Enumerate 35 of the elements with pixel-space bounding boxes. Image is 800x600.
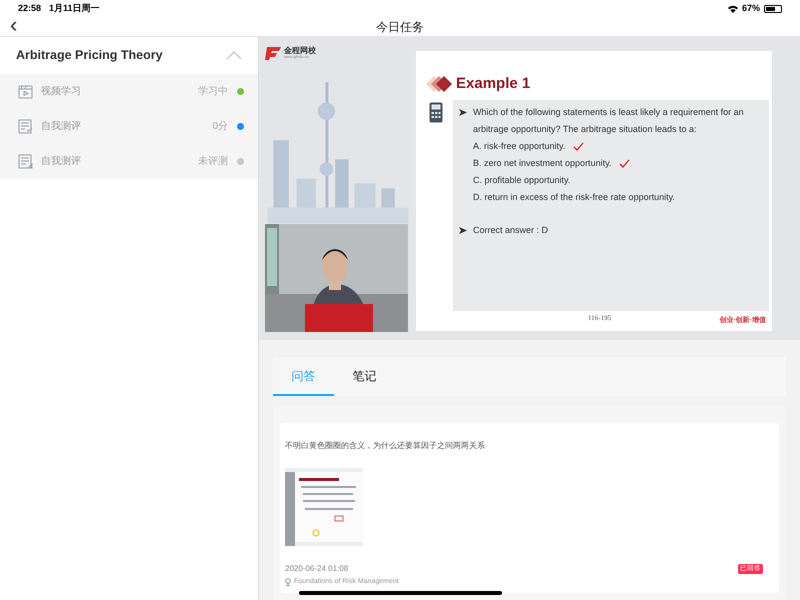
lesson-video-icon [18, 84, 33, 99]
page-title: 今日任务 [376, 19, 424, 36]
lesson-label: 视频学习 [41, 84, 82, 99]
arrow-bullet-icon [459, 226, 467, 234]
lesson-status: 学习中 [198, 84, 228, 99]
option-text: A. risk-free opportunity. [473, 140, 566, 153]
answer-text: Correct answer : D [473, 224, 548, 236]
option-text: D. return in excess of the risk-free rate opportunity. [473, 190, 675, 204]
diamond-icon [426, 76, 452, 92]
chapter-header[interactable]: Arbitrage Pricing Theory [0, 37, 258, 74]
lesson-label: 自我测评 [41, 120, 82, 134]
lesson-list-icon [18, 154, 33, 169]
logo-icon [265, 46, 281, 60]
option-text: C. profitable opportunity. [473, 174, 570, 187]
arrow-bullet-icon [459, 108, 467, 116]
wifi-icon [728, 5, 738, 13]
question-text: 不明白黄色圈圈的含义，为什么还要算因子之间两两关系 [285, 440, 486, 452]
video-player[interactable] [259, 37, 800, 340]
lesson-status: 未评测 [198, 154, 228, 169]
question-date: 2020-06-24 01:08 [285, 563, 350, 575]
logo-text: 金程网校 [284, 47, 316, 55]
lesson-label: 自我测评 [41, 154, 82, 169]
calculator-icon [429, 102, 443, 122]
back-button[interactable]: ‹ [10, 14, 18, 36]
lesson-status: 0分 [212, 120, 228, 134]
status-time: 22:58 [18, 2, 42, 16]
battery-percent: 67% [742, 2, 760, 16]
location-pin-icon [285, 578, 291, 586]
status-date: 1月11日周一 [49, 2, 100, 16]
lesson-list-icon [18, 119, 33, 134]
option-text: B. zero net investment opportunity. [473, 156, 612, 170]
tab[interactable]: 笔记 [334, 357, 395, 396]
battery-icon [764, 5, 782, 13]
question-text: Which of the following statements is least likely a requirement for an arbitrage opportunity? The arbitrage situation leads to a: [473, 106, 745, 136]
slide-title: Example 1 [456, 74, 530, 94]
